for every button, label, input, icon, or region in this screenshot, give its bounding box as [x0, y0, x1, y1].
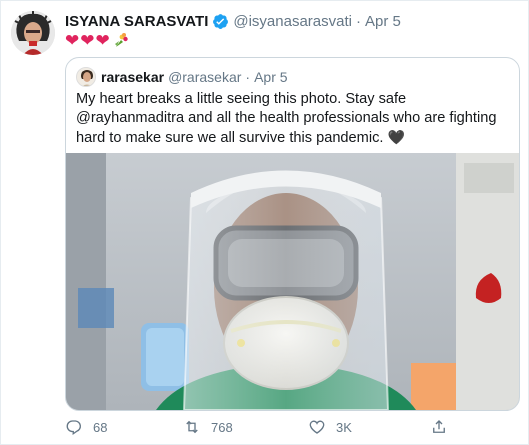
share-button[interactable] — [430, 418, 448, 436]
tweet-header: ISYANA SARASVATI @isyanasarasvati · Apr … — [65, 11, 518, 31]
quoted-tweet-header: rarasekar @rarasekar · Apr 5 — [76, 67, 288, 87]
author-avatar[interactable] — [11, 11, 55, 55]
reply-icon — [66, 420, 81, 436]
like-icon — [309, 420, 325, 434]
quoted-tweet-body: My heart breaks a little seeing this pho… — [76, 91, 497, 146]
quoted-tweet-text: My heart breaks a little seeing this pho… — [76, 90, 512, 148]
heart-emoji: ❤ — [95, 30, 110, 50]
heart-emoji: ❤ — [80, 30, 95, 50]
quoted-tweet-date: Apr 5 — [254, 69, 288, 85]
verified-badge-icon — [212, 13, 229, 30]
retweet-button[interactable]: 768 — [183, 418, 233, 436]
retweet-icon — [186, 420, 198, 434]
author-handle[interactable]: @isyanasarasvati — [233, 13, 352, 30]
like-button[interactable]: 3K — [308, 418, 352, 436]
black-heart-emoji: 🖤 — [387, 129, 405, 145]
quoted-author-avatar — [76, 67, 96, 87]
quoted-tweet-photo[interactable] — [66, 153, 519, 410]
tweet-actions: 68 768 3K — [65, 417, 465, 437]
reply-count: 68 — [93, 419, 108, 435]
quoted-author-name: rarasekar — [101, 69, 165, 85]
heart-emoji: ❤ — [65, 30, 80, 50]
separator-dot: · — [245, 69, 251, 85]
separator-dot: · — [355, 12, 361, 30]
bouquet-icon — [113, 32, 129, 48]
retweet-count: 768 — [211, 419, 233, 435]
quoted-author-handle: @rarasekar — [168, 69, 242, 85]
like-count: 3K — [336, 419, 352, 435]
tweet-text: ❤ ❤ ❤ — [65, 30, 129, 50]
tweet[interactable]: ISYANA SARASVATI @isyanasarasvati · Apr … — [0, 0, 529, 445]
reply-button[interactable]: 68 — [65, 418, 107, 436]
quoted-tweet[interactable]: rarasekar @rarasekar · Apr 5 My heart br… — [65, 57, 520, 411]
tweet-date[interactable]: Apr 5 — [365, 13, 401, 30]
share-icon — [433, 420, 445, 433]
author-name[interactable]: ISYANA SARASVATI — [65, 13, 208, 30]
